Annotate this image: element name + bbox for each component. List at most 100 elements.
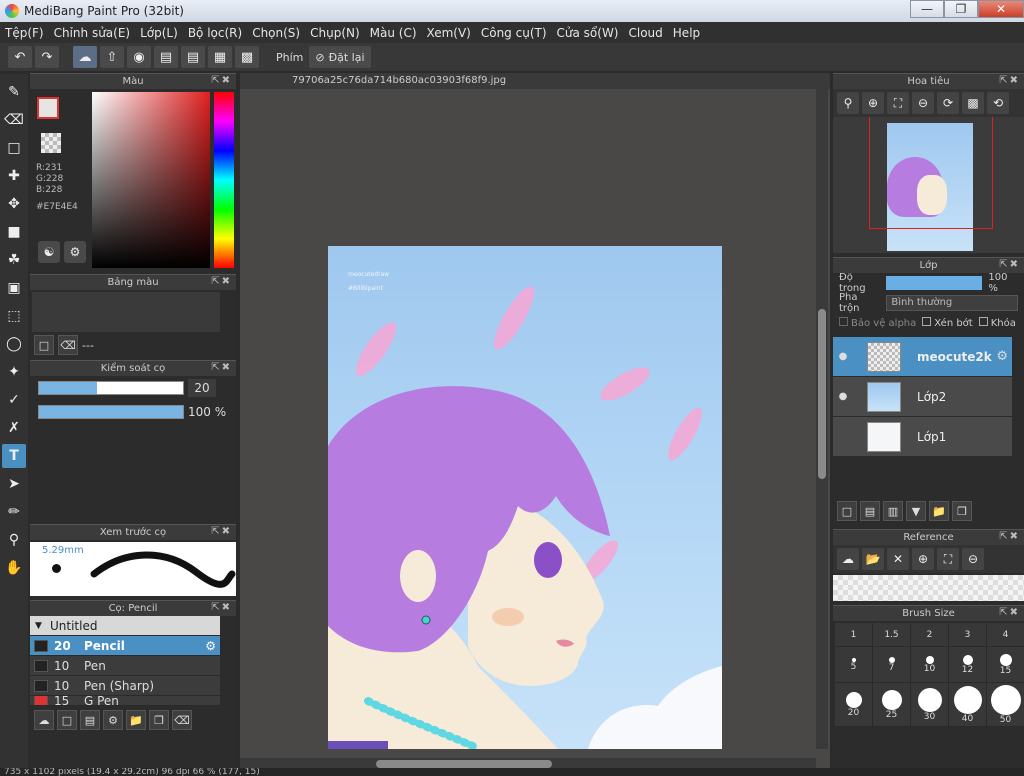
brush-opacity-slider[interactable] <box>38 405 184 419</box>
lock-checkbox[interactable]: Khóa <box>978 317 1016 329</box>
maximize-button[interactable]: ❐ <box>944 0 978 18</box>
grid-icon[interactable]: ▦ <box>208 46 232 68</box>
share-icon[interactable]: ⇧ <box>100 46 124 68</box>
brush-size-3[interactable]: 3 <box>949 623 987 647</box>
panel-window-icons[interactable]: ⇱✖ <box>211 526 232 537</box>
menu-edit[interactable]: Chỉnh sửa(E) <box>49 26 136 40</box>
line-tool-icon[interactable]: ✚ <box>2 164 26 188</box>
bucket-tool-icon[interactable]: ☘ <box>2 248 26 272</box>
zoom-reset-icon[interactable]: ⚲ <box>837 92 859 114</box>
brush-size-10[interactable]: 10 <box>911 647 949 683</box>
visibility-icon[interactable]: ● <box>833 351 853 362</box>
brush-size-50[interactable]: 50 <box>987 683 1024 727</box>
panel-window-icons[interactable]: ⇱✖ <box>211 75 232 86</box>
zoom-out-icon[interactable]: ⊖ <box>962 548 984 570</box>
comment-icon[interactable]: ◉ <box>127 46 151 68</box>
panel-window-icons[interactable]: ⇱✖ <box>999 607 1020 618</box>
brush-size-25[interactable]: 25 <box>873 683 911 727</box>
close-button[interactable]: ✕ <box>978 0 1024 18</box>
menu-file[interactable]: Tệp(F) <box>0 26 49 40</box>
menu-snap[interactable]: Chụp(N) <box>305 26 365 40</box>
new-brush-icon[interactable]: □ <box>57 710 77 730</box>
brush-size-value[interactable]: 20 <box>188 379 216 397</box>
brush-size-30[interactable]: 30 <box>911 683 949 727</box>
magic-wand-tool-icon[interactable]: ✦ <box>2 360 26 384</box>
minimize-button[interactable]: — <box>910 0 944 18</box>
hue-slider[interactable] <box>214 92 234 268</box>
navigator-viewport-frame[interactable] <box>869 117 993 229</box>
trash-icon[interactable]: ⌫ <box>172 710 192 730</box>
panel-window-icons[interactable]: ⇱✖ <box>999 75 1020 86</box>
hand-tool-icon[interactable]: ✋ <box>2 556 26 580</box>
fit-screen-icon[interactable]: ⛶ <box>887 92 909 114</box>
brush-item-pencil[interactable]: 20 Pencil ⚙ <box>30 636 220 656</box>
artboard[interactable]: meocutedraw #Bilibipaint <box>328 246 722 749</box>
layer-item[interactable]: ● Lớp2 <box>833 377 1012 417</box>
brush-group[interactable]: ▼ Untitled <box>30 616 220 636</box>
gear-icon[interactable]: ⚙ <box>205 639 220 653</box>
select-rect-tool-icon[interactable]: ⬚ <box>2 304 26 328</box>
palette-swatches[interactable] <box>32 292 220 332</box>
new-layer-icon[interactable]: □ <box>837 501 857 521</box>
flip-icon[interactable]: ▩ <box>962 92 984 114</box>
trash-icon[interactable]: ⌫ <box>58 335 78 355</box>
brush-size-15[interactable]: 15 <box>987 647 1024 683</box>
brush-size-5[interactable]: 5 <box>835 647 873 683</box>
fill-rect-tool-icon[interactable]: ■ <box>2 220 26 244</box>
zoom-in-icon[interactable]: ⊕ <box>862 92 884 114</box>
add-brush-icon[interactable]: ▤ <box>80 710 100 730</box>
eraser-tool-icon[interactable]: ⌫ <box>2 108 26 132</box>
duplicate-icon[interactable]: ❐ <box>952 501 972 521</box>
chat-icon[interactable]: ▤ <box>154 46 178 68</box>
layout-icon[interactable]: ▩ <box>235 46 259 68</box>
panel-window-icons[interactable]: ⇱✖ <box>211 362 232 373</box>
menu-help[interactable]: Help <box>668 26 705 40</box>
brush-settings-icon[interactable]: ⚙ <box>103 710 123 730</box>
folder-icon[interactable]: 📁 <box>929 501 949 521</box>
foreground-color-swatch[interactable] <box>37 97 59 119</box>
gradient-tool-icon[interactable]: ▣ <box>2 276 26 300</box>
folder-icon[interactable]: 📁 <box>126 710 146 730</box>
text-tool-icon[interactable]: T <box>2 444 26 468</box>
transparent-color-swatch[interactable] <box>41 133 61 153</box>
rectangle-tool-icon[interactable]: □ <box>2 136 26 160</box>
fit-screen-icon[interactable]: ⛶ <box>937 548 959 570</box>
brush-size-7[interactable]: 7 <box>873 647 911 683</box>
select-pen-tool-icon[interactable]: ✓ <box>2 388 26 412</box>
palette-add-icon[interactable]: ☯ <box>38 241 60 263</box>
panel-window-icons[interactable]: ⇱✖ <box>211 276 232 287</box>
new-1bit-layer-icon[interactable]: ▥ <box>883 501 903 521</box>
operation-tool-icon[interactable]: ➤ <box>2 472 26 496</box>
blend-mode-select[interactable]: Bình thường <box>886 295 1018 311</box>
undo-button[interactable]: ↶ <box>8 46 32 68</box>
brush-size-4[interactable]: 4 <box>987 623 1024 647</box>
menu-tools[interactable]: Công cụ(T) <box>476 26 552 40</box>
menu-color[interactable]: Màu (C) <box>365 26 422 40</box>
brush-size-2[interactable]: 2 <box>911 623 949 647</box>
cloud-upload-icon[interactable]: ☁ <box>837 548 859 570</box>
menu-window[interactable]: Cửa sổ(W) <box>552 26 624 40</box>
layer-opacity-slider[interactable] <box>885 276 983 290</box>
divide-tool-icon[interactable]: ✏ <box>2 500 26 524</box>
menu-filter[interactable]: Bộ lọc(R) <box>183 26 247 40</box>
layer-item[interactable]: Lớp1 <box>833 417 1012 457</box>
visibility-icon[interactable]: ● <box>833 391 853 402</box>
lasso-tool-icon[interactable]: ◯ <box>2 332 26 356</box>
menu-view[interactable]: Xem(V) <box>422 26 476 40</box>
saturation-value-picker[interactable] <box>92 92 210 268</box>
zoom-in-icon[interactable]: ⊕ <box>912 548 934 570</box>
open-folder-icon[interactable]: 📂 <box>862 548 884 570</box>
reset-button[interactable]: ⊘ Đặt lại <box>309 46 371 68</box>
add-layer-menu-icon[interactable]: ▼ <box>906 501 926 521</box>
select-eraser-tool-icon[interactable]: ✗ <box>2 416 26 440</box>
brush-size-40[interactable]: 40 <box>949 683 987 727</box>
redo-button[interactable]: ↷ <box>35 46 59 68</box>
cloud-save-icon[interactable]: ☁ <box>73 46 97 68</box>
menu-layer[interactable]: Lớp(L) <box>135 26 183 40</box>
new-halftone-layer-icon[interactable]: ▤ <box>860 501 880 521</box>
gear-icon[interactable]: ⚙ <box>996 349 1008 364</box>
page-icon[interactable]: ▤ <box>181 46 205 68</box>
brush-size-slider[interactable] <box>38 381 184 395</box>
panel-window-icons[interactable]: ⇱✖ <box>999 531 1020 542</box>
brush-item-pen-sharp[interactable]: 10 Pen (Sharp) <box>30 676 220 696</box>
